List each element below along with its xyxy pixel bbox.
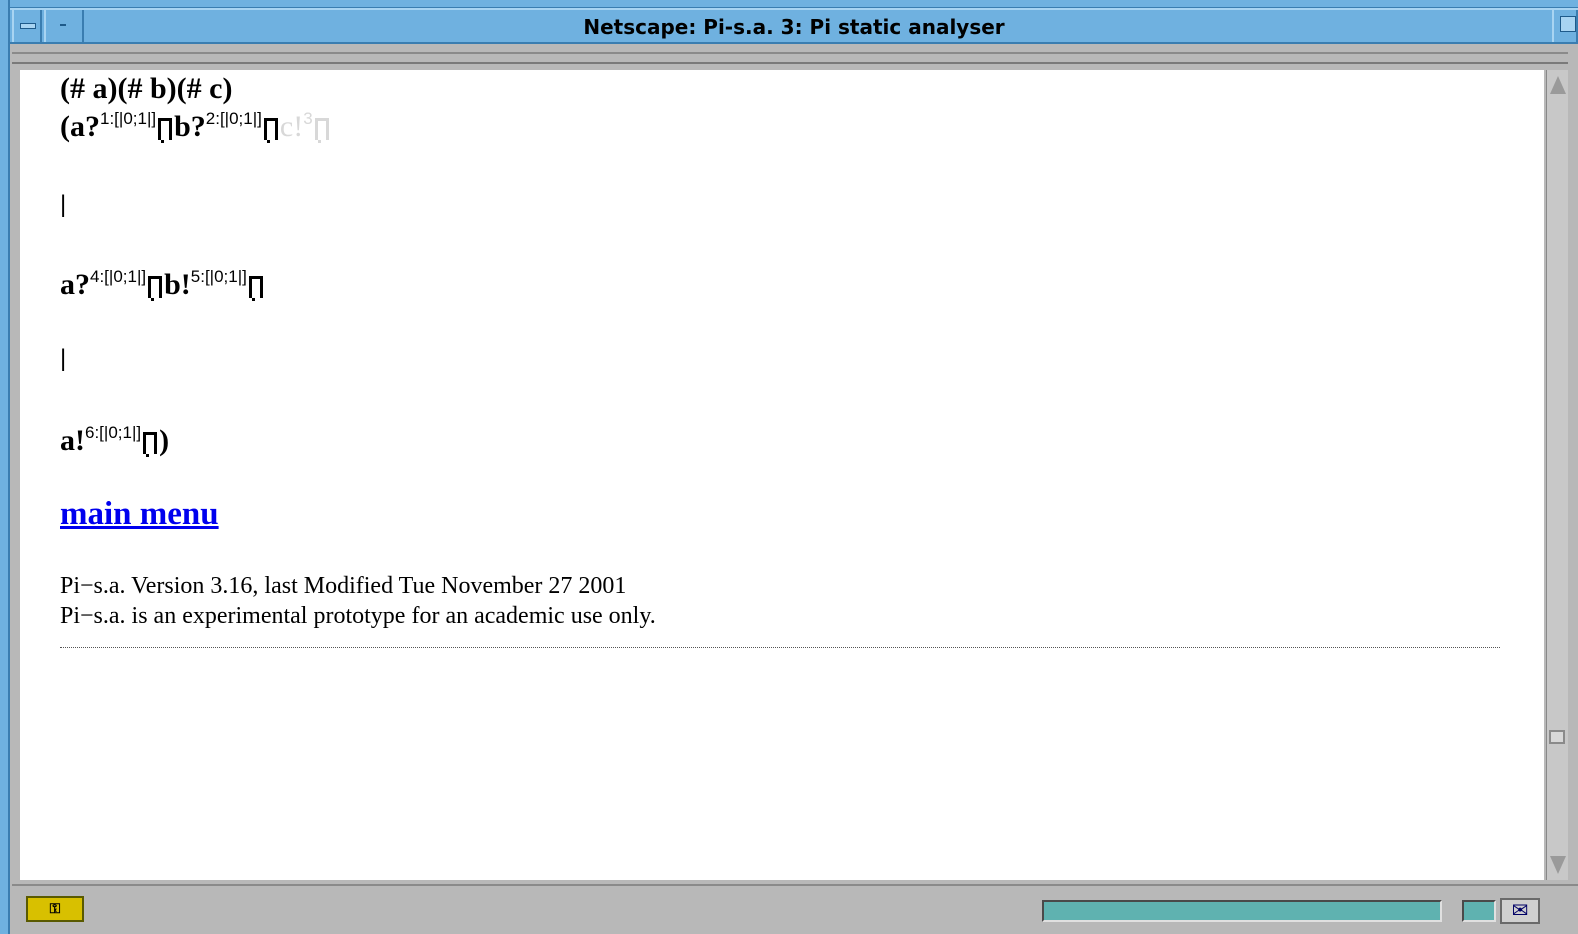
choice-operator: [248, 276, 263, 301]
action-b-output: b!: [164, 268, 191, 301]
window-title: Netscape: Pi-s.a. 3: Pi static analyser: [583, 15, 1005, 39]
process-line-3: a!6:[|0;1|]): [60, 424, 169, 458]
page-content: (# a)(# b)(# c) (a?1:[|0;1|] b?2:[|0;1|] c…: [20, 70, 1544, 880]
action-label: 5:[|0;1|]: [190, 267, 247, 286]
title-bar[interactable]: Netscape: Pi-s.a. 3: Pi static analyser: [10, 8, 1578, 44]
process-line-1: (a?1:[|0;1|] b?2:[|0;1|] c!3: [60, 110, 331, 144]
action-label: 1:[|0;1|]: [100, 109, 157, 128]
status-bar: ⚿ ✉: [12, 884, 1578, 934]
restriction-line: (# a)(# b)(# c): [60, 72, 233, 105]
browser-window: Netscape: Pi-s.a. 3: Pi static analyser …: [0, 0, 1578, 934]
action-label-dimmed: 3: [303, 109, 313, 128]
choice-operator: [148, 276, 163, 301]
action-a-output: a!: [60, 424, 85, 457]
mail-icon[interactable]: ✉: [1500, 898, 1540, 924]
open-paren: (: [60, 110, 70, 143]
status-indicator: [1462, 900, 1496, 922]
window-frame-left: [0, 0, 10, 934]
toolbar-strip: [12, 44, 1578, 64]
security-key-icon[interactable]: ⚿: [26, 896, 84, 922]
maximize-button[interactable]: [1552, 10, 1578, 42]
disclaimer-text: Pi−s.a. is an experimental prototype for…: [60, 603, 656, 629]
action-c-output-dimmed: c!: [279, 110, 304, 143]
action-a-input: a?: [70, 110, 100, 143]
action-b-input: b?: [174, 110, 206, 143]
main-menu-link[interactable]: main menu: [60, 496, 219, 533]
window-frame-top: [0, 0, 1578, 8]
close-paren: ): [159, 424, 170, 457]
action-a-input: a?: [60, 268, 90, 301]
progress-bar: [1042, 900, 1442, 922]
horizontal-rule: [60, 647, 1500, 648]
action-label: 2:[|0;1|]: [205, 109, 262, 128]
window-frame-right: [1568, 44, 1578, 934]
choice-operator: [158, 118, 173, 143]
choice-operator: [143, 432, 158, 457]
process-line-2: a?4:[|0;1|] b!5:[|0;1|]: [60, 268, 265, 302]
scrollbar-thumb[interactable]: [1549, 730, 1565, 744]
action-label: 4:[|0;1|]: [90, 267, 147, 286]
choice-operator: [263, 118, 278, 143]
scroll-up-arrow-icon[interactable]: [1550, 76, 1566, 94]
parallel-separator: |: [60, 191, 67, 218]
vertical-scrollbar[interactable]: [1546, 70, 1568, 880]
action-label: 6:[|0;1|]: [85, 423, 142, 442]
parallel-separator: |: [60, 345, 67, 372]
version-text: Pi−s.a. Version 3.16, last Modified Tue …: [60, 573, 627, 599]
scroll-down-arrow-icon[interactable]: [1550, 856, 1566, 874]
choice-operator-dimmed: [314, 118, 329, 143]
